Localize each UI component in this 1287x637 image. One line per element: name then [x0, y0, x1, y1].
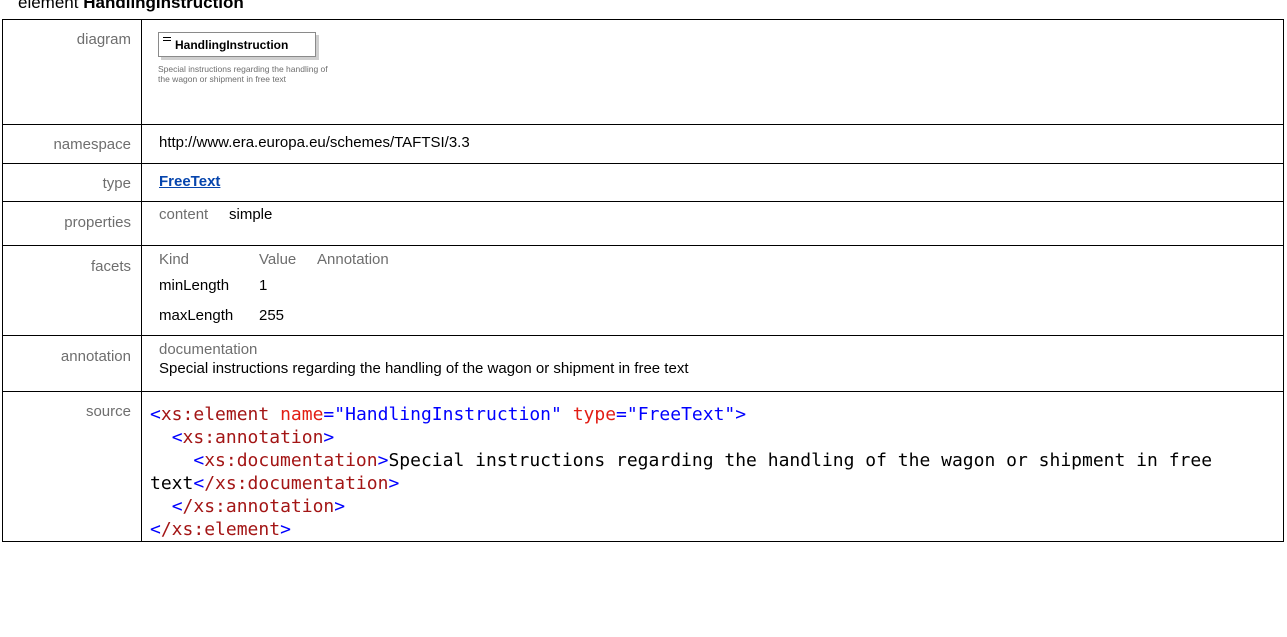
- facet-kind: minLength: [159, 277, 230, 294]
- code-tag: xs:documentation: [204, 450, 378, 471]
- diagram-element-box[interactable]: HandlingInstruction: [158, 32, 316, 57]
- element-properties-table: diagram HandlingInstruction Special inst…: [2, 19, 1284, 542]
- annotation-text: Special instructions regarding the handl…: [159, 360, 689, 377]
- label-facets: facets: [90, 258, 131, 275]
- annotation-heading: documentation: [159, 341, 258, 358]
- label-source: source: [85, 403, 131, 420]
- element-content-icon: [163, 37, 171, 44]
- code-tag: xs:element: [160, 404, 270, 425]
- facet-kind: maxLength: [159, 307, 234, 324]
- facets-header-value: Value: [259, 251, 297, 268]
- code-tag: /xs:documentation: [204, 473, 389, 494]
- code-attr-value: "HandlingInstruction": [334, 404, 562, 425]
- row-namespace: namespace http://www.era.europa.eu/schem…: [2, 124, 1284, 164]
- property-value: simple: [229, 206, 273, 223]
- facets-header-annotation: Annotation: [317, 251, 389, 268]
- code-attr: name: [280, 404, 324, 425]
- code-tag: /xs:element: [160, 519, 281, 540]
- label-diagram: diagram: [76, 31, 131, 48]
- row-annotation: annotation documentation Special instruc…: [2, 335, 1284, 392]
- row-type: type FreeText: [2, 163, 1284, 202]
- label-properties: properties: [64, 214, 131, 231]
- page-title: element HandlingInstruction: [18, 0, 244, 13]
- code-attr-value: "FreeText": [626, 404, 736, 425]
- row-facets: facets Kind Value Annotation minLength 1 ma…: [2, 245, 1284, 336]
- facet-value: 1: [259, 277, 268, 294]
- facet-row: minLength 1: [159, 274, 1283, 298]
- row-diagram: diagram HandlingInstruction Special inst…: [2, 19, 1284, 125]
- code-attr: type: [572, 404, 617, 425]
- heading-prefix: element: [18, 0, 79, 12]
- row-properties: properties content simple: [2, 201, 1284, 246]
- row-source: source <xs:element name="HandlingInstruc…: [2, 391, 1284, 542]
- code-tag: /xs:annotation: [182, 496, 335, 517]
- heading-element-name: HandlingInstruction: [83, 0, 244, 12]
- source-code: <xs:element name="HandlingInstruction" t…: [150, 404, 1223, 540]
- label-annotation: annotation: [60, 348, 131, 365]
- diagram-note: Special instructions regarding the handl…: [158, 64, 328, 84]
- code-tag: xs:annotation: [182, 427, 324, 448]
- namespace-value: http://www.era.europa.eu/schemes/TAFTSI/…: [159, 134, 470, 151]
- property-key: content: [159, 206, 209, 223]
- label-namespace: namespace: [53, 136, 131, 153]
- facet-row: maxLength 255: [159, 304, 1283, 328]
- property-content: content simple: [159, 206, 1283, 223]
- facet-value: 255: [259, 307, 285, 324]
- label-type: type: [102, 175, 131, 192]
- diagram: HandlingInstruction Special instructions…: [142, 20, 1283, 124]
- facets-header: Kind Value Annotation: [159, 251, 1283, 268]
- facets-header-kind: Kind: [159, 251, 190, 268]
- type-link[interactable]: FreeText: [159, 173, 220, 190]
- diagram-element-title: HandlingInstruction: [175, 38, 289, 52]
